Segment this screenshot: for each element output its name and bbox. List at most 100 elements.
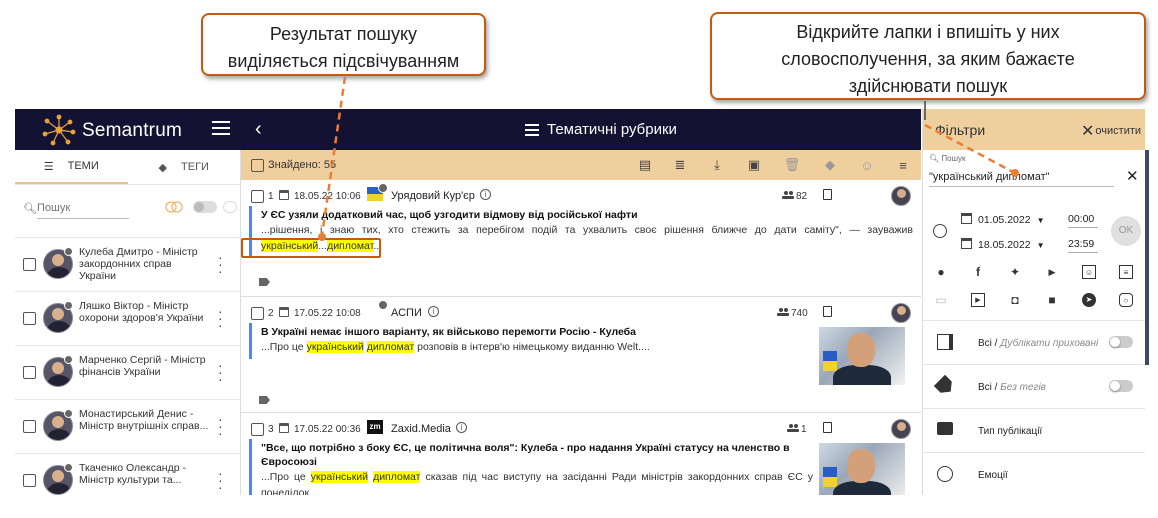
- text-list-icon[interactable]: ≣: [672, 157, 688, 173]
- person-name: Монастирський Денис - Міністр внутрішніх…: [79, 408, 209, 432]
- time-to[interactable]: 23:59: [1068, 238, 1098, 253]
- toggle-switch[interactable]: [1109, 336, 1133, 348]
- info-icon[interactable]: i: [428, 306, 439, 317]
- filter-row-tags[interactable]: Всі / Без тегів: [923, 364, 1145, 408]
- tag-icon[interactable]: [259, 396, 270, 404]
- document-icon[interactable]: [823, 189, 832, 200]
- callout-line: здійснювати пошук: [848, 76, 1008, 96]
- video-icon[interactable]: ▶: [971, 293, 985, 307]
- instagram-icon[interactable]: ○: [1119, 293, 1133, 307]
- globe-icon[interactable]: ●: [934, 265, 948, 279]
- list-item[interactable]: Ткаченко Олександр - Міністр культури та…: [15, 453, 240, 495]
- filter-sort-icon[interactable]: ≡: [895, 157, 911, 173]
- time-from[interactable]: 00:00: [1068, 213, 1098, 228]
- filter-row-duplicates[interactable]: Всі / Дублікати приховані: [923, 320, 1145, 364]
- audience-icon: [782, 191, 794, 199]
- sidebar-search-input[interactable]: [37, 197, 129, 219]
- intersection-icon[interactable]: [165, 201, 183, 213]
- chevron-left-icon[interactable]: ‹: [255, 118, 262, 141]
- publication-type-icon: [937, 422, 953, 435]
- article-thumbnail[interactable]: [819, 327, 905, 385]
- tag-icon[interactable]: [259, 278, 270, 286]
- rubrics-title[interactable]: Тематичні рубрики: [525, 121, 677, 138]
- download-icon[interactable]: ⤓: [709, 157, 725, 173]
- calendar-icon: [279, 423, 289, 433]
- more-vert-icon[interactable]: · · ·: [218, 358, 223, 386]
- list-item[interactable]: Монастирський Денис - Міністр внутрішніх…: [15, 399, 240, 453]
- source-name[interactable]: Zaxid.Media: [391, 423, 451, 435]
- facebook-icon[interactable]: f: [971, 265, 985, 279]
- tag-icon[interactable]: ◆: [822, 157, 838, 173]
- sidebar-toggle[interactable]: [193, 201, 217, 213]
- article-thumbnail[interactable]: [819, 443, 905, 495]
- filters-scrollbar[interactable]: [1145, 150, 1149, 365]
- more-vert-icon[interactable]: · · ·: [218, 250, 223, 278]
- document-icon[interactable]: ▤: [637, 157, 653, 173]
- globe-icon: [378, 183, 388, 193]
- list-item[interactable]: Марченко Сергій - Міністр фінансів Украї…: [15, 345, 240, 399]
- more-vert-icon[interactable]: · · ·: [218, 304, 223, 332]
- semantrum-app: Semantrum ‹ Тематичні рубрики ☰ ТЕМИ ◆ Т…: [15, 109, 1145, 495]
- zaxid-logo-icon: zm: [367, 420, 383, 434]
- source-name[interactable]: АСПИ: [391, 307, 422, 319]
- source-name[interactable]: Урядовий Кур'єр: [391, 190, 475, 202]
- toggle-switch[interactable]: [1109, 380, 1133, 392]
- filter-label: Емоції: [978, 470, 1008, 481]
- avatar: [891, 186, 911, 206]
- date-to[interactable]: 18.05.2022 ▼: [961, 238, 1044, 251]
- radio-icon[interactable]: ◘: [1008, 293, 1022, 307]
- person-checkbox[interactable]: [23, 474, 36, 487]
- person-checkbox[interactable]: [23, 258, 36, 271]
- filter-search-input[interactable]: [929, 167, 1114, 187]
- person-checkbox[interactable]: [23, 312, 36, 325]
- union-icon[interactable]: [223, 201, 237, 213]
- forum-icon[interactable]: ▭: [934, 293, 948, 307]
- article-checkbox[interactable]: [251, 423, 264, 436]
- delete-icon[interactable]: 🗑︎: [784, 157, 801, 173]
- date-from[interactable]: 01.05.2022 ▼: [961, 213, 1044, 226]
- save-icon[interactable]: ▣: [746, 157, 762, 173]
- vk-icon[interactable]: ☺: [1082, 265, 1096, 279]
- calendar-icon: [279, 190, 289, 200]
- hamburger-menu-button[interactable]: [212, 121, 230, 137]
- telegram-icon[interactable]: ➤: [1082, 293, 1096, 307]
- article-title[interactable]: У ЄС узяли додатковий час, щоб узгодити …: [261, 208, 913, 222]
- twitter-icon[interactable]: ✦: [1008, 265, 1022, 279]
- youtube-icon[interactable]: ▶: [1045, 265, 1059, 279]
- close-icon[interactable]: ✕: [1126, 167, 1139, 185]
- chat-icon[interactable]: ■: [1045, 293, 1059, 307]
- person-checkbox[interactable]: [23, 366, 36, 379]
- news-icon[interactable]: ≡: [1119, 265, 1133, 279]
- tab-topics[interactable]: ☰ ТЕМИ: [15, 150, 128, 184]
- emoji-icon[interactable]: ☺: [859, 157, 875, 173]
- tab-tags[interactable]: ◆ ТЕГИ: [128, 150, 241, 184]
- audience-count: 740: [791, 308, 808, 319]
- info-icon[interactable]: i: [480, 189, 491, 200]
- calendar-icon: [961, 213, 972, 224]
- article-title[interactable]: В Україні немає іншого варіанту, як війс…: [261, 325, 813, 339]
- ok-button[interactable]: OK: [1111, 216, 1141, 246]
- article-card[interactable]: 3 17.05.22 00:36 zm Zaxid.Media i 1 "Все…: [241, 413, 921, 495]
- audience-count: 1: [801, 424, 807, 435]
- more-vert-icon[interactable]: · · ·: [218, 412, 223, 440]
- person-checkbox[interactable]: [23, 420, 36, 433]
- search-result-highlight-frame: [241, 238, 381, 258]
- callout-line: Результат пошуку: [269, 24, 418, 44]
- clear-filters-button[interactable]: ✕ очистити: [1081, 121, 1141, 141]
- search-highlight: український: [306, 341, 364, 353]
- filter-row-emotions[interactable]: Емоції: [923, 452, 1145, 495]
- more-vert-icon[interactable]: · · ·: [218, 466, 223, 494]
- article-checkbox[interactable]: [251, 307, 264, 320]
- list-item[interactable]: Ляшко Віктор - Міністр охорони здоров'я …: [15, 291, 240, 345]
- document-icon[interactable]: [823, 306, 832, 317]
- article-title[interactable]: "Все, що потрібно з боку ЄС, це політичн…: [261, 441, 813, 469]
- article-checkbox[interactable]: [251, 190, 264, 203]
- filter-row-publication-type[interactable]: Тип публікації: [923, 408, 1145, 452]
- list-item[interactable]: Кулеба Дмитро - Міністр закордонних спра…: [15, 237, 240, 291]
- article-card[interactable]: 2 17.05.22 10:08 АСПИ i 740 В Україні не…: [241, 297, 921, 413]
- audience-count: 82: [796, 191, 808, 202]
- document-icon[interactable]: [823, 422, 832, 433]
- info-icon[interactable]: i: [456, 422, 467, 433]
- select-all-checkbox[interactable]: [251, 159, 264, 172]
- history-icon[interactable]: [933, 224, 947, 238]
